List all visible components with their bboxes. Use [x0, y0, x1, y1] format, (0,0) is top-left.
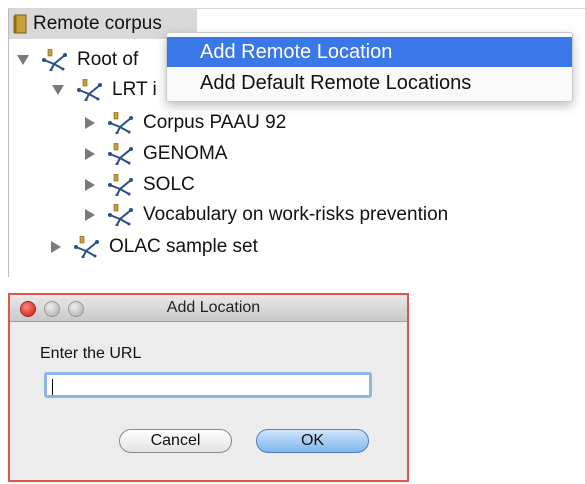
tree-item-label: Vocabulary on work-risks prevention [143, 204, 449, 225]
tree-item-label: OLAC sample set [109, 236, 258, 257]
menu-item-label: Add Remote Location [200, 40, 393, 63]
corpus-network-icon [107, 204, 137, 226]
corpus-network-icon [41, 49, 71, 71]
tree-item[interactable]: SOLC [83, 172, 195, 198]
ok-button[interactable]: OK [256, 429, 369, 453]
tree-item[interactable]: Root of [17, 47, 138, 73]
tree-item[interactable]: OLAC sample set [49, 234, 258, 260]
cancel-button[interactable]: Cancel [119, 429, 232, 453]
tree-item-label: Corpus PAAU 92 [143, 112, 287, 133]
tree-root-label: Remote corpus [33, 13, 162, 34]
expanded-arrow-icon[interactable] [17, 55, 29, 65]
menu-item-add-remote-location[interactable]: Add Remote Location [167, 37, 572, 67]
tree-item[interactable]: Vocabulary on work-risks prevention [83, 202, 448, 228]
collapsed-arrow-icon[interactable] [85, 179, 95, 191]
book-icon [13, 14, 27, 34]
tree-item-label: Root of [77, 49, 139, 70]
collapsed-arrow-icon[interactable] [85, 209, 95, 221]
tree-root[interactable]: Remote corpus [13, 11, 162, 37]
collapsed-arrow-icon[interactable] [51, 241, 61, 253]
dialog-title: Add Location [166, 299, 261, 316]
tree-item-label: GENOMA [143, 143, 228, 164]
url-prompt-label: Enter the URL [40, 345, 142, 362]
menu-item-label: Add Default Remote Locations [200, 71, 472, 94]
corpus-network-icon [73, 236, 103, 258]
expanded-arrow-icon[interactable] [52, 85, 64, 95]
tree-item-label: SOLC [143, 174, 195, 195]
tree-item[interactable]: Corpus PAAU 92 [83, 110, 286, 136]
add-location-dialog: Add Location Enter the URL Cancel OK [8, 293, 409, 482]
tree-item[interactable]: LRT i [52, 77, 157, 103]
collapsed-arrow-icon[interactable] [85, 148, 95, 160]
corpus-network-icon [107, 143, 137, 165]
context-menu: Add Remote Location Add Default Remote L… [166, 32, 573, 102]
collapsed-arrow-icon[interactable] [85, 117, 95, 129]
corpus-network-icon [107, 174, 137, 196]
corpus-network-icon [107, 112, 137, 134]
url-input[interactable] [44, 372, 372, 398]
menu-item-add-default-remote-locations[interactable]: Add Default Remote Locations [167, 68, 572, 98]
corpus-network-icon [76, 79, 106, 101]
tree-item[interactable]: GENOMA [83, 141, 227, 167]
dialog-titlebar[interactable]: Add Location [10, 295, 407, 322]
tree-item-label: LRT i [112, 79, 157, 100]
text-caret [52, 379, 53, 395]
